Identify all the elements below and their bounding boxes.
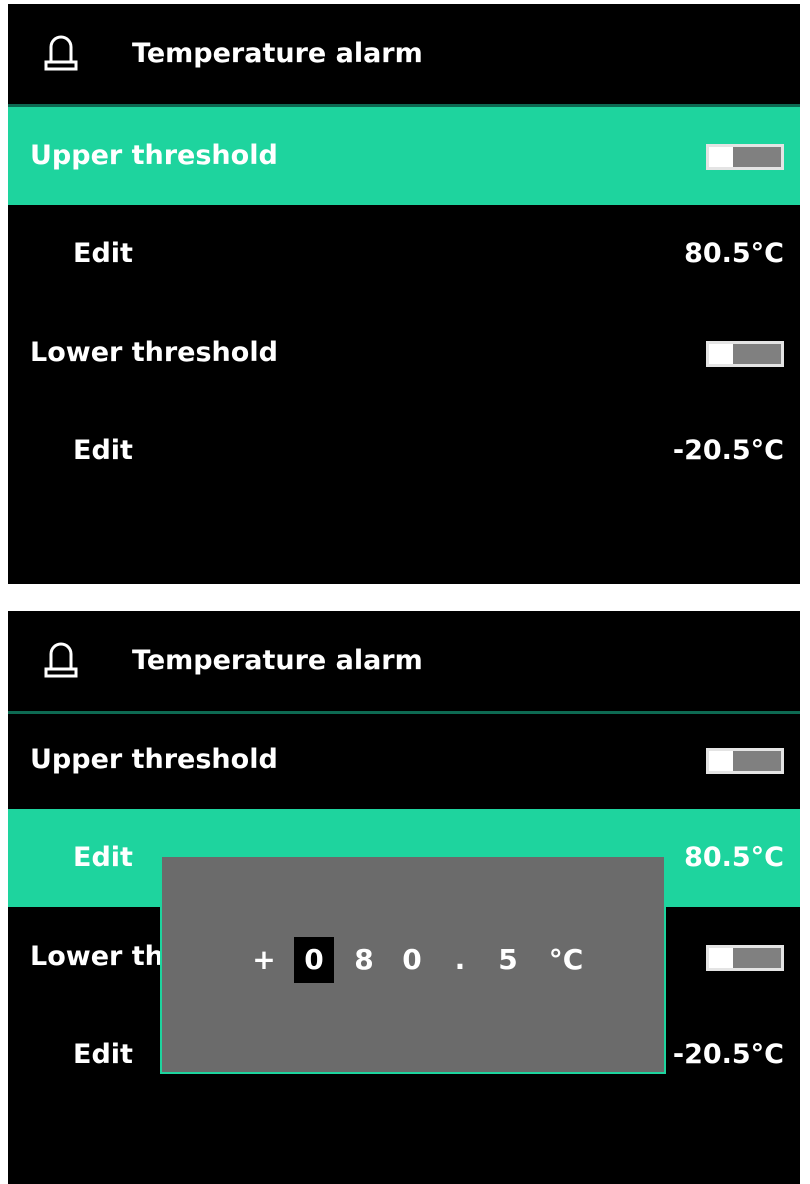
edit-label: Edit — [73, 238, 133, 269]
lower-threshold-row[interactable]: Lower threshold — [8, 304, 800, 402]
bell-icon — [44, 35, 78, 71]
ones-digit[interactable]: 0 — [394, 937, 430, 983]
lower-threshold-label: Lower threshold — [30, 337, 278, 368]
edit-label: Edit — [73, 435, 133, 466]
upper-threshold-label: Upper threshold — [30, 744, 278, 775]
edit-label: Edit — [73, 1039, 133, 1070]
lower-threshold-toggle[interactable] — [706, 945, 784, 971]
screen-title: Temperature alarm — [132, 645, 423, 676]
upper-threshold-edit-row[interactable]: Edit 80.5°C — [8, 205, 800, 303]
lower-threshold-edit-row[interactable]: Edit -20.5°C — [8, 402, 800, 500]
upper-threshold-row[interactable]: Upper threshold — [8, 711, 800, 809]
upper-threshold-value: 80.5°C — [684, 842, 784, 873]
screen-header: Temperature alarm — [8, 4, 800, 107]
screen-title: Temperature alarm — [132, 38, 423, 69]
edit-label: Edit — [73, 842, 133, 873]
upper-threshold-label: Upper threshold — [30, 140, 278, 171]
screen-header: Temperature alarm — [8, 611, 800, 714]
toggle-knob — [709, 344, 734, 364]
decimal-point: . — [454, 943, 466, 976]
unit-label: °C — [548, 943, 584, 976]
lower-threshold-value: -20.5°C — [672, 1039, 784, 1070]
settings-screen-2: Temperature alarm Upper threshold Edit 8… — [8, 611, 800, 1184]
upper-threshold-toggle[interactable] — [706, 748, 784, 774]
settings-screen-1: Temperature alarm Upper threshold Edit 8… — [8, 4, 800, 584]
digit-editor: + 0 8 0 . 5 °C — [246, 935, 594, 985]
sign-digit[interactable]: + — [246, 937, 282, 983]
upper-threshold-toggle[interactable] — [706, 144, 784, 170]
value-editor-popup: + 0 8 0 . 5 °C — [160, 855, 666, 1074]
bell-icon — [44, 642, 78, 678]
tenths-digit[interactable]: 5 — [490, 937, 526, 983]
upper-threshold-value: 80.5°C — [684, 238, 784, 269]
hundreds-digit[interactable]: 0 — [294, 937, 334, 983]
toggle-knob — [709, 751, 734, 771]
upper-threshold-row[interactable]: Upper threshold — [8, 107, 800, 205]
tens-digit[interactable]: 8 — [346, 937, 382, 983]
lower-threshold-toggle[interactable] — [706, 341, 784, 367]
toggle-knob — [709, 948, 734, 968]
toggle-knob — [709, 147, 734, 167]
lower-threshold-value: -20.5°C — [672, 435, 784, 466]
